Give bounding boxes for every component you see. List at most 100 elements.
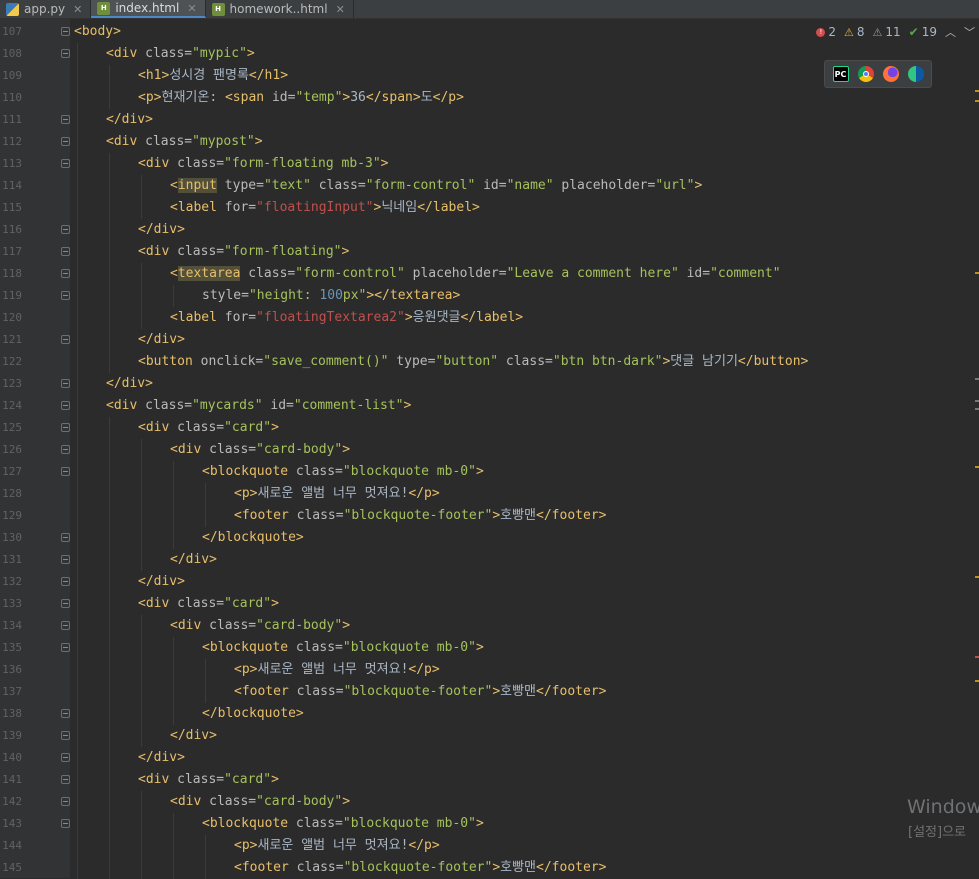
code-line[interactable]: 145 <footer class="blockquote-footer">호빵맨… (0, 857, 979, 879)
fold-marker-icon[interactable] (61, 115, 70, 124)
fold-marker-icon[interactable] (61, 555, 70, 564)
code-line[interactable]: 131 </div> (0, 549, 979, 571)
code-line[interactable]: 129 <footer class="blockquote-footer">호빵맨… (0, 505, 979, 527)
code-line[interactable]: 110 <p>현재기온: <span id="temp">36</span>도</… (0, 87, 979, 109)
typo-count[interactable]: ✔ 19 (909, 25, 937, 39)
code-line[interactable]: 123 </div> (0, 373, 979, 395)
indent-guide (173, 659, 174, 681)
code-line[interactable]: 144 <p>새로운 앨범 너무 멋져요!</p> (0, 835, 979, 857)
code-line[interactable]: 134 <div class="card-body"> (0, 615, 979, 637)
code-line[interactable]: 122 <button onclick="save_comment()" type… (0, 351, 979, 373)
code-line[interactable]: 113 <div class="form-floating mb-3"> (0, 153, 979, 175)
scrollbar-marker[interactable] (975, 576, 979, 578)
firefox-icon[interactable] (882, 66, 899, 82)
inspection-widget[interactable]: ! 2 ⚠ 8 ⚠ 11 ✔ 19 ︿ ﹀ (816, 21, 979, 43)
code-line[interactable]: 118 <textarea class="form-control" placeh… (0, 263, 979, 285)
code-token: <div (138, 596, 178, 611)
fold-marker-icon[interactable] (61, 225, 70, 234)
indent-guide (109, 153, 110, 175)
scrollbar-marker[interactable] (975, 680, 979, 682)
code-line[interactable]: 119 style="height: 100px"></textarea> (0, 285, 979, 307)
fold-marker-icon[interactable] (61, 159, 70, 168)
code-line[interactable]: 142 <div class="card-body"> (0, 791, 979, 813)
code-line[interactable]: 143 <blockquote class="blockquote mb-0"> (0, 813, 979, 835)
scrollbar-marker[interactable] (975, 378, 979, 380)
scrollbar-marker[interactable] (975, 272, 979, 274)
code-editor[interactable]: 107 <body> 108 <div class="mypic"> 109 <h1>성시… (0, 19, 979, 879)
code-line[interactable]: 139 </div> (0, 725, 979, 747)
indent-guide (109, 571, 110, 593)
code-line[interactable]: 127 <blockquote class="blockquote mb-0"> (0, 461, 979, 483)
code-line[interactable]: 126 <div class="card-body"> (0, 439, 979, 461)
fold-marker-icon[interactable] (61, 731, 70, 740)
chrome-icon[interactable] (857, 66, 874, 82)
tab-index-html[interactable]: H index.html ✕ (91, 0, 206, 18)
code-line[interactable]: 115 <label for="floatingInput">닉네임</label… (0, 197, 979, 219)
scrollbar-marker[interactable] (975, 90, 979, 92)
chevron-down-icon[interactable]: ﹀ (964, 24, 975, 40)
fold-marker-icon[interactable] (61, 577, 70, 586)
code-line[interactable]: 135 <blockquote class="blockquote mb-0"> (0, 637, 979, 659)
indent-guide (141, 549, 142, 571)
fold-marker-icon[interactable] (61, 137, 70, 146)
weak-warning-count[interactable]: ⚠ 11 (873, 25, 901, 39)
fold-marker-icon[interactable] (61, 27, 70, 36)
fold-marker-icon[interactable] (61, 291, 70, 300)
scrollbar-marker[interactable] (975, 400, 979, 402)
code-line[interactable]: 138 </blockquote> (0, 703, 979, 725)
code-token: "mycards" (192, 398, 263, 413)
tab-homework-html[interactable]: H homework..html ✕ (206, 0, 354, 18)
code-line[interactable]: 112 <div class="mypost"> (0, 131, 979, 153)
code-line[interactable]: 140 </div> (0, 747, 979, 769)
code-line[interactable]: 114 <input type="text" class="form-contro… (0, 175, 979, 197)
fold-marker-icon[interactable] (61, 643, 70, 652)
fold-marker-icon[interactable] (61, 467, 70, 476)
pycharm-icon[interactable]: PC (832, 66, 849, 82)
code-line[interactable]: 133 <div class="card"> (0, 593, 979, 615)
fold-marker-icon[interactable] (61, 401, 70, 410)
close-icon[interactable]: ✕ (336, 3, 345, 16)
code-line[interactable]: 128 <p>새로운 앨범 너무 멋져요!</p> (0, 483, 979, 505)
fold-marker-icon[interactable] (61, 423, 70, 432)
indent-guide (77, 835, 78, 857)
fold-marker-icon[interactable] (61, 753, 70, 762)
fold-marker-icon[interactable] (61, 533, 70, 542)
scrollbar-marker[interactable] (975, 100, 979, 102)
tab-app-py[interactable]: app.py ✕ (0, 0, 92, 18)
code-line[interactable]: 137 <footer class="blockquote-footer">호빵맨… (0, 681, 979, 703)
fold-marker-icon[interactable] (61, 709, 70, 718)
fold-marker-icon[interactable] (61, 621, 70, 630)
scrollbar-marker[interactable] (975, 408, 979, 410)
code-line[interactable]: 124 <div class="mycards" id="comment-list… (0, 395, 979, 417)
fold-marker-icon[interactable] (61, 445, 70, 454)
fold-marker-icon[interactable] (61, 49, 70, 58)
code-line[interactable]: 132 </div> (0, 571, 979, 593)
error-icon: ! (816, 27, 826, 37)
code-line[interactable]: 116 </div> (0, 219, 979, 241)
fold-marker-icon[interactable] (61, 269, 70, 278)
close-icon[interactable]: ✕ (73, 3, 82, 16)
code-line[interactable]: 130 </blockquote> (0, 527, 979, 549)
code-line[interactable]: 136 <p>새로운 앨범 너무 멋져요!</p> (0, 659, 979, 681)
code-line[interactable]: 111 </div> (0, 109, 979, 131)
error-count[interactable]: ! 2 (816, 25, 836, 39)
tab-label: homework..html (229, 2, 328, 16)
scrollbar-marker[interactable] (975, 466, 979, 468)
code-line[interactable]: 117 <div class="form-floating"> (0, 241, 979, 263)
fold-marker-icon[interactable] (61, 247, 70, 256)
code-line[interactable]: 121 </div> (0, 329, 979, 351)
code-line[interactable]: 141 <div class="card"> (0, 769, 979, 791)
scrollbar-marker[interactable] (975, 656, 979, 658)
edge-icon[interactable] (907, 66, 924, 82)
code-line[interactable]: 125 <div class="card"> (0, 417, 979, 439)
chevron-up-icon[interactable]: ︿ (945, 24, 956, 40)
fold-marker-icon[interactable] (61, 599, 70, 608)
fold-marker-icon[interactable] (61, 775, 70, 784)
warning-count[interactable]: ⚠ 8 (844, 25, 865, 39)
code-line[interactable]: 120 <label for="floatingTextarea2">응원댓글</… (0, 307, 979, 329)
close-icon[interactable]: ✕ (187, 2, 196, 15)
fold-marker-icon[interactable] (61, 335, 70, 344)
fold-marker-icon[interactable] (61, 819, 70, 828)
fold-marker-icon[interactable] (61, 379, 70, 388)
fold-marker-icon[interactable] (61, 797, 70, 806)
